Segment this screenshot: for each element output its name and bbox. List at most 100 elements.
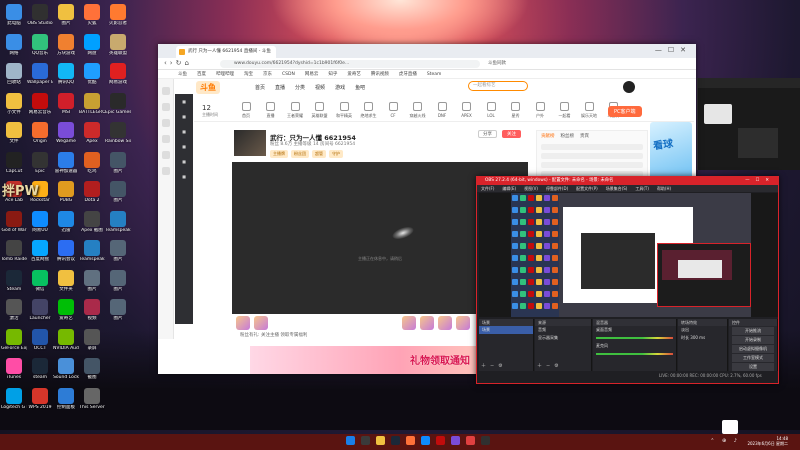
desktop-icon[interactable]: God of War: [1, 210, 27, 233]
desktop-icon[interactable]: 图片: [53, 4, 79, 26]
desktop-icon[interactable]: Apex 截图: [79, 210, 105, 233]
desktop-icon[interactable]: OCCT: [27, 328, 53, 351]
room-tag[interactable]: 粉丝团: [291, 150, 309, 158]
clock[interactable]: 14:48 2023年6月6日 星期二: [747, 436, 788, 446]
category-item[interactable]: 王者荣耀: [283, 102, 307, 119]
desktop-icon[interactable]: 百度网盘: [27, 240, 53, 262]
bookmark-item[interactable]: 腾讯视频: [371, 72, 389, 77]
obs-titlebar[interactable]: OBS 27.2.4 (64-bit, windows) - 配置文件: 未命名…: [477, 177, 778, 185]
desktop-icon[interactable]: 控制面板: [53, 387, 79, 410]
source-item[interactable]: 显示器采集: [535, 334, 591, 342]
desktop-icon[interactable]: 图片: [105, 269, 131, 292]
desktop-icon[interactable]: 腾讯QQ: [53, 63, 79, 85]
category-item[interactable]: 和平精英: [332, 102, 356, 119]
bookmark-item[interactable]: 知乎: [328, 72, 337, 77]
desktop-icon[interactable]: 图片: [105, 240, 131, 262]
desktop-icon[interactable]: 网易UU: [27, 210, 53, 233]
rank-tab[interactable]: 贵宾: [580, 134, 589, 139]
obs-control-button[interactable]: 工作室模式: [732, 354, 774, 362]
taskbar-app-icon[interactable]: [346, 436, 355, 445]
nav-buttons[interactable]: ‹›↻⌂: [164, 59, 192, 67]
desktop-icon[interactable]: Rainbow Six: [105, 122, 131, 144]
desktop-icon[interactable]: 网盘: [79, 33, 105, 56]
category-item[interactable]: 穿越火线: [406, 102, 430, 119]
desktop-icon[interactable]: Teamspeak: [79, 240, 105, 262]
desktop-icon[interactable]: 回收站: [1, 63, 27, 85]
rank-tab[interactable]: 粉丝榜: [561, 134, 575, 139]
sidebar-icon[interactable]: [161, 103, 170, 111]
obs-control-button[interactable]: 设置: [732, 363, 774, 371]
taskbar-app-icon[interactable]: [451, 436, 460, 445]
taskbar-app-icon[interactable]: [361, 436, 370, 445]
site-menu-item[interactable]: 直播: [275, 85, 285, 91]
category-item[interactable]: 直播: [259, 102, 283, 119]
gift-item[interactable]: [236, 316, 250, 330]
desktop-icon[interactable]: WPS 2019: [27, 387, 53, 410]
desktop-icon[interactable]: Logitech G HUB: [1, 387, 27, 410]
bookmark-item[interactable]: 爱奇艺: [347, 72, 361, 77]
mixer-meter[interactable]: [596, 337, 673, 339]
desktop-icon[interactable]: Apex: [79, 122, 105, 144]
desktop-icon[interactable]: CapCut: [1, 151, 27, 174]
gift-item[interactable]: [402, 316, 416, 330]
site-menu-item[interactable]: 首页: [255, 85, 265, 91]
desktop-icon[interactable]: 爱奇艺: [53, 299, 79, 321]
rank-tab[interactable]: 贡献榜: [541, 134, 555, 139]
obs-menu-item[interactable]: 停靠部件(D): [546, 186, 568, 191]
desktop-icon[interactable]: 雷神加速器: [53, 151, 79, 174]
category-item[interactable]: 户外: [528, 102, 552, 119]
obs-menu-item[interactable]: 文件(F): [481, 186, 494, 191]
background-window[interactable]: [697, 78, 800, 170]
bookmark-item[interactable]: 淘宝: [244, 72, 253, 77]
taskbar-app-icon[interactable]: [391, 436, 400, 445]
bookmark-item[interactable]: 京东: [263, 72, 272, 77]
taskbar-app-icon[interactable]: [406, 436, 415, 445]
scenes-dock-controls[interactable]: ＋−⚙: [481, 362, 507, 369]
bookmark-item[interactable]: Steam: [427, 72, 442, 77]
obs-menu-item[interactable]: 帮助(H): [657, 186, 671, 191]
site-logo[interactable]: 斗鱼: [196, 81, 220, 94]
share-button[interactable]: 分享: [478, 130, 497, 138]
desktop-icon[interactable]: 文件: [1, 122, 27, 144]
site-search-input[interactable]: 一起看综艺: [468, 81, 528, 91]
obs-control-button[interactable]: 启动虚拟摄像机: [732, 345, 774, 353]
transition-duration[interactable]: 时长 300 ms: [678, 334, 727, 342]
desktop-icon[interactable]: OBS Studio: [27, 4, 53, 26]
obs-control-button[interactable]: 开始推流: [732, 327, 774, 335]
desktop-icon[interactable]: BATTLEGROUNDS: [79, 92, 105, 115]
url-input[interactable]: www.douyu.com/6621954?dyshid=1c1b901f6f0…: [220, 60, 480, 68]
desktop-icon[interactable]: Wegame: [53, 122, 79, 144]
desktop-icon[interactable]: 火影忍者: [105, 4, 131, 26]
desktop-icon[interactable]: 吃鸡: [79, 151, 105, 174]
user-avatar[interactable]: [623, 81, 635, 93]
desktop-icon[interactable]: 录屏: [79, 328, 105, 351]
desktop-icon[interactable]: 文件夹: [53, 269, 79, 292]
site-nav-item[interactable]: ■: [175, 139, 193, 154]
streamer-avatar[interactable]: [234, 130, 266, 156]
sidebar-icon[interactable]: [161, 151, 170, 159]
gift-item[interactable]: [420, 316, 434, 330]
desktop-icon[interactable]: 网易云音乐: [27, 92, 53, 115]
site-menu-item[interactable]: 游戏: [335, 85, 345, 91]
desktop-icon[interactable]: 小文件: [1, 92, 27, 115]
desktop-icon[interactable]: 微信: [27, 269, 53, 292]
category-item[interactable]: DNF: [430, 102, 454, 118]
desktop-icon[interactable]: 图片: [105, 151, 131, 174]
desktop-icon[interactable]: 优酷: [79, 63, 105, 85]
desktop-icon[interactable]: 图片: [79, 269, 105, 292]
site-menu-item[interactable]: 分类: [295, 85, 305, 91]
desktop-icon[interactable]: GeForce Experience: [1, 328, 27, 351]
sidebar-icon[interactable]: [161, 167, 170, 175]
desktop-icon[interactable]: Epic Games Launcher: [105, 92, 131, 115]
transition-select[interactable]: 淡出: [678, 326, 727, 334]
category-item[interactable]: 首页: [234, 102, 258, 119]
desktop-icon[interactable]: Origin: [27, 122, 53, 144]
desktop-icon[interactable]: 火狐: [79, 4, 105, 26]
desktop-icon[interactable]: This Server: [79, 387, 105, 410]
desktop-icon[interactable]: 网络: [1, 33, 27, 56]
room-tag[interactable]: 守护: [329, 150, 343, 158]
sidebar-icon[interactable]: [161, 87, 170, 95]
desktop-icon[interactable]: 方块游戏: [53, 33, 79, 56]
gift-item[interactable]: [456, 316, 470, 330]
site-nav-item[interactable]: ■: [175, 124, 193, 139]
